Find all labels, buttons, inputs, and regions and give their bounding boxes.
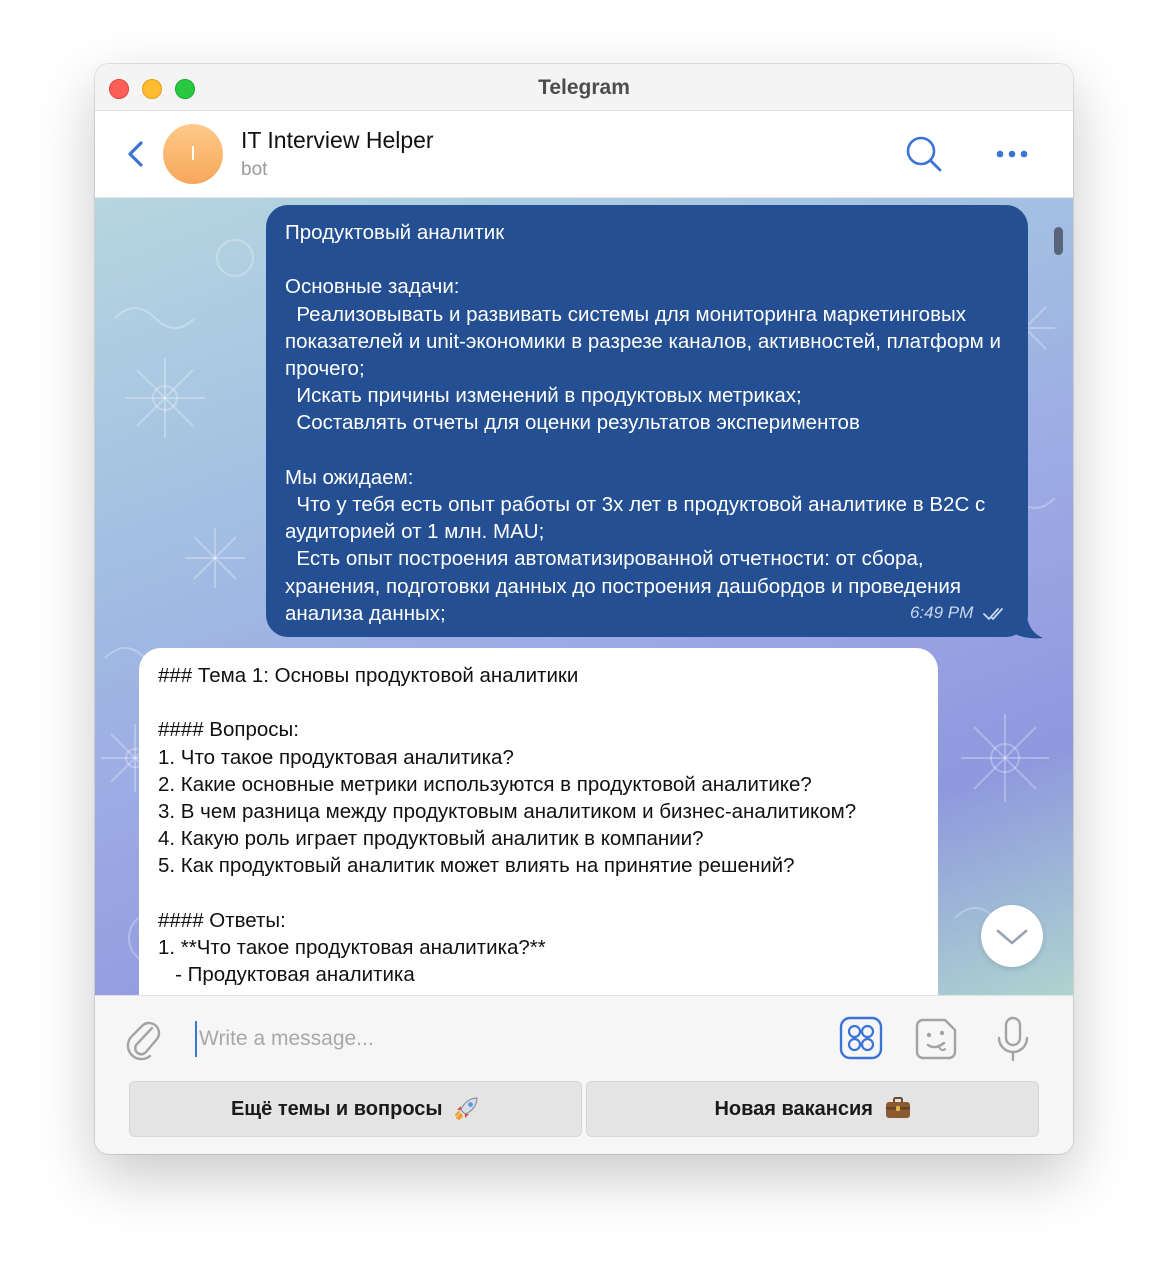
avatar[interactable]: I — [163, 124, 223, 184]
microphone-icon — [997, 1016, 1029, 1062]
scroll-down-button[interactable] — [981, 905, 1043, 967]
incoming-message[interactable]: ### Тема 1: Основы продуктовой аналитики… — [139, 648, 938, 995]
briefcase-icon — [885, 1096, 910, 1118]
chevron-down-icon — [996, 929, 1028, 945]
bot-commands-button[interactable] — [839, 1016, 883, 1060]
search-button[interactable] — [903, 133, 945, 175]
scrollbar-thumb[interactable] — [1054, 227, 1063, 255]
chat-area[interactable]: Продуктовый аналитик Основные задачи: Ре… — [95, 198, 1073, 995]
telegram-window: Telegram I IT Interview Helper bot Проду… — [95, 64, 1073, 1154]
title-bar: Telegram — [95, 64, 1073, 111]
more-dots-icon — [996, 150, 1028, 158]
more-button[interactable] — [993, 141, 1033, 167]
rocket-icon — [455, 1097, 478, 1120]
double-check-icon — [983, 607, 1003, 620]
attach-button[interactable] — [125, 1018, 165, 1062]
message-input[interactable] — [195, 1021, 821, 1057]
outgoing-message[interactable]: Продуктовый аналитик Основные задачи: Ре… — [266, 205, 1028, 637]
message-meta: 6:49 PM — [910, 603, 1008, 623]
window-title: Telegram — [538, 76, 630, 99]
microphone-button[interactable] — [995, 1015, 1031, 1063]
chat-status: bot — [241, 159, 268, 180]
more-topics-button[interactable]: Ещё темы и вопросы — [129, 1081, 582, 1137]
back-button[interactable] — [121, 137, 151, 171]
message-text: Продуктовый аналитик Основные задачи: Ре… — [285, 221, 1001, 625]
chat-header: I IT Interview Helper bot — [95, 111, 1073, 198]
paperclip-icon — [126, 1021, 161, 1061]
message-tail — [1011, 616, 1043, 639]
new-vacancy-button[interactable]: Новая вакансия — [586, 1081, 1039, 1137]
sticker-icon — [915, 1018, 957, 1060]
more-topics-label: Ещё темы и вопросы — [230, 1098, 443, 1120]
new-vacancy-label: Новая вакансия — [714, 1098, 873, 1120]
sticker-button[interactable] — [913, 1016, 959, 1062]
chevron-left-icon — [128, 141, 143, 167]
composer: Ещё темы и вопросы Новая вакансия — [95, 995, 1073, 1154]
message-time: 6:49 PM — [909, 603, 974, 622]
bot-commands-icon — [839, 1016, 883, 1060]
search-icon — [906, 136, 942, 172]
chat-name[interactable]: IT Interview Helper — [241, 127, 434, 154]
message-text: ### Тема 1: Основы продуктовой аналитики… — [158, 664, 857, 987]
